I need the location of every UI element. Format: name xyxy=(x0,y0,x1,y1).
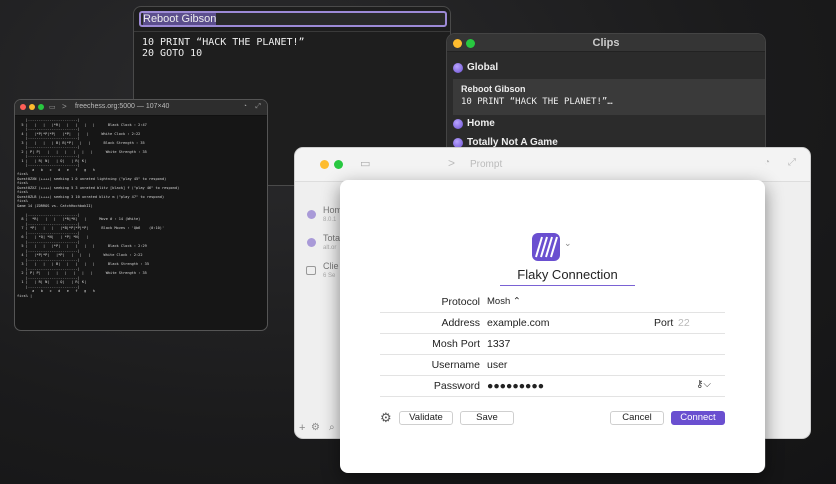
address-input[interactable]: example.com xyxy=(487,317,549,329)
cancel-button[interactable]: Cancel xyxy=(610,411,664,425)
clips-group-label: Global xyxy=(467,62,499,73)
close-button[interactable] xyxy=(20,104,26,110)
gear-icon[interactable]: ⚙ xyxy=(311,422,320,433)
connection-name-field[interactable]: Flaky Connection xyxy=(500,266,635,286)
zoom-button[interactable] xyxy=(38,104,44,110)
sidebar-icon[interactable]: ▭ xyxy=(49,103,56,111)
protocol-row: Protocol Mosh ⌃ xyxy=(380,292,725,313)
divider xyxy=(134,31,450,32)
clip-item-preview: 10 PRINT “HACK THE PLANET!”… xyxy=(461,97,613,107)
add-icon[interactable]: + xyxy=(299,422,305,434)
password-row: Password ●●●●●●●●● ⚷⌵ xyxy=(380,376,725,397)
sidebar-item-sub: alt.or xyxy=(323,245,337,251)
share-icon[interactable]: ◔ xyxy=(764,157,770,168)
clips-group-label: Home xyxy=(467,118,495,129)
sidebar-item-totally[interactable]: Tota alt.or xyxy=(323,233,340,253)
protocol-select[interactable]: Mosh ⌃ xyxy=(487,296,521,307)
username-row: Username user xyxy=(380,355,725,376)
clips-group-home[interactable]: Home xyxy=(447,115,765,133)
sidebar-item-clients[interactable]: Clie 6 Se xyxy=(323,261,339,281)
password-label: Password xyxy=(433,380,480,392)
terminal-window: ▭ > freechess.org:5000 — 107×40 ◔ ⤢ |---… xyxy=(14,99,268,331)
connect-button[interactable]: Connect xyxy=(671,411,725,425)
sidebar-item-sub: 6 Se xyxy=(323,273,336,279)
share-icon[interactable]: ◔ xyxy=(243,103,247,110)
save-button[interactable]: Save xyxy=(460,411,514,425)
snippet-title: Reboot Gibson xyxy=(143,13,217,25)
terminal-title: freechess.org:5000 — 107×40 xyxy=(75,103,170,110)
terminal-titlebar: ▭ > freechess.org:5000 — 107×40 ◔ ⤢ xyxy=(15,100,267,116)
validate-button[interactable]: Validate xyxy=(399,411,453,425)
port-input[interactable]: 22 xyxy=(678,317,690,329)
address-label: Address xyxy=(441,317,480,329)
fullscreen-icon[interactable]: ⤢ xyxy=(788,157,796,168)
globe-icon xyxy=(307,210,316,219)
password-input[interactable]: ●●●●●●●●● xyxy=(487,380,544,392)
clip-item-title: Reboot Gibson xyxy=(461,84,526,94)
fullscreen-icon[interactable]: ⤢ xyxy=(255,103,261,111)
clips-titlebar: Clips xyxy=(447,34,765,52)
terminal-output[interactable]: |-----------------------| 5 | | | |*R| |… xyxy=(17,118,179,298)
snippet-code[interactable]: 10 PRINT “HACK THE PLANET!” 20 GOTO 10 xyxy=(142,37,305,59)
sidebar-item-label: Clie xyxy=(323,261,339,271)
clips-group-global[interactable]: Global xyxy=(447,59,765,77)
prompt-icon: > xyxy=(448,156,456,170)
globe-icon xyxy=(307,238,316,247)
zoom-button[interactable] xyxy=(334,160,343,169)
address-row: Address example.com Port 22 xyxy=(380,313,725,334)
clips-title: Clips xyxy=(592,37,620,49)
mosh-port-row: Mosh Port 1337 xyxy=(380,334,725,355)
protocol-label: Protocol xyxy=(441,296,480,308)
sidebar-item-label: Tota xyxy=(323,233,341,243)
minimize-button[interactable] xyxy=(29,104,35,110)
key-icon[interactable]: ⚷⌵ xyxy=(696,379,711,390)
globe-icon xyxy=(453,119,463,129)
folder-icon xyxy=(306,266,316,275)
chevron-down-icon[interactable]: ⌄ xyxy=(564,238,572,249)
globe-icon xyxy=(453,63,463,73)
connection-sheet: ⌄ Flaky Connection Protocol Mosh ⌃ Addre… xyxy=(340,180,765,473)
search-icon[interactable]: ⌕ xyxy=(329,422,335,433)
port-label: Port xyxy=(654,317,674,329)
mosh-port-input[interactable]: 1337 xyxy=(487,338,510,350)
minimize-button[interactable] xyxy=(320,160,329,169)
mosh-app-icon[interactable] xyxy=(531,232,561,262)
prompt-field[interactable]: Prompt xyxy=(470,159,502,170)
username-input[interactable]: user xyxy=(487,359,507,371)
prompt-icon: > xyxy=(62,102,67,111)
mosh-port-label: Mosh Port xyxy=(432,338,480,350)
snippet-title-field[interactable]: Reboot Gibson xyxy=(139,11,447,27)
username-label: Username xyxy=(431,359,480,371)
sidebar-toggle-icon[interactable]: ▭ xyxy=(360,157,370,170)
mosh-titlebar: ▭ > Prompt ◔ ⤢ xyxy=(295,148,810,182)
clip-item-selected[interactable]: Reboot Gibson 10 PRINT “HACK THE PLANET!… xyxy=(453,79,765,115)
gear-icon[interactable]: ⚙ xyxy=(380,411,394,425)
